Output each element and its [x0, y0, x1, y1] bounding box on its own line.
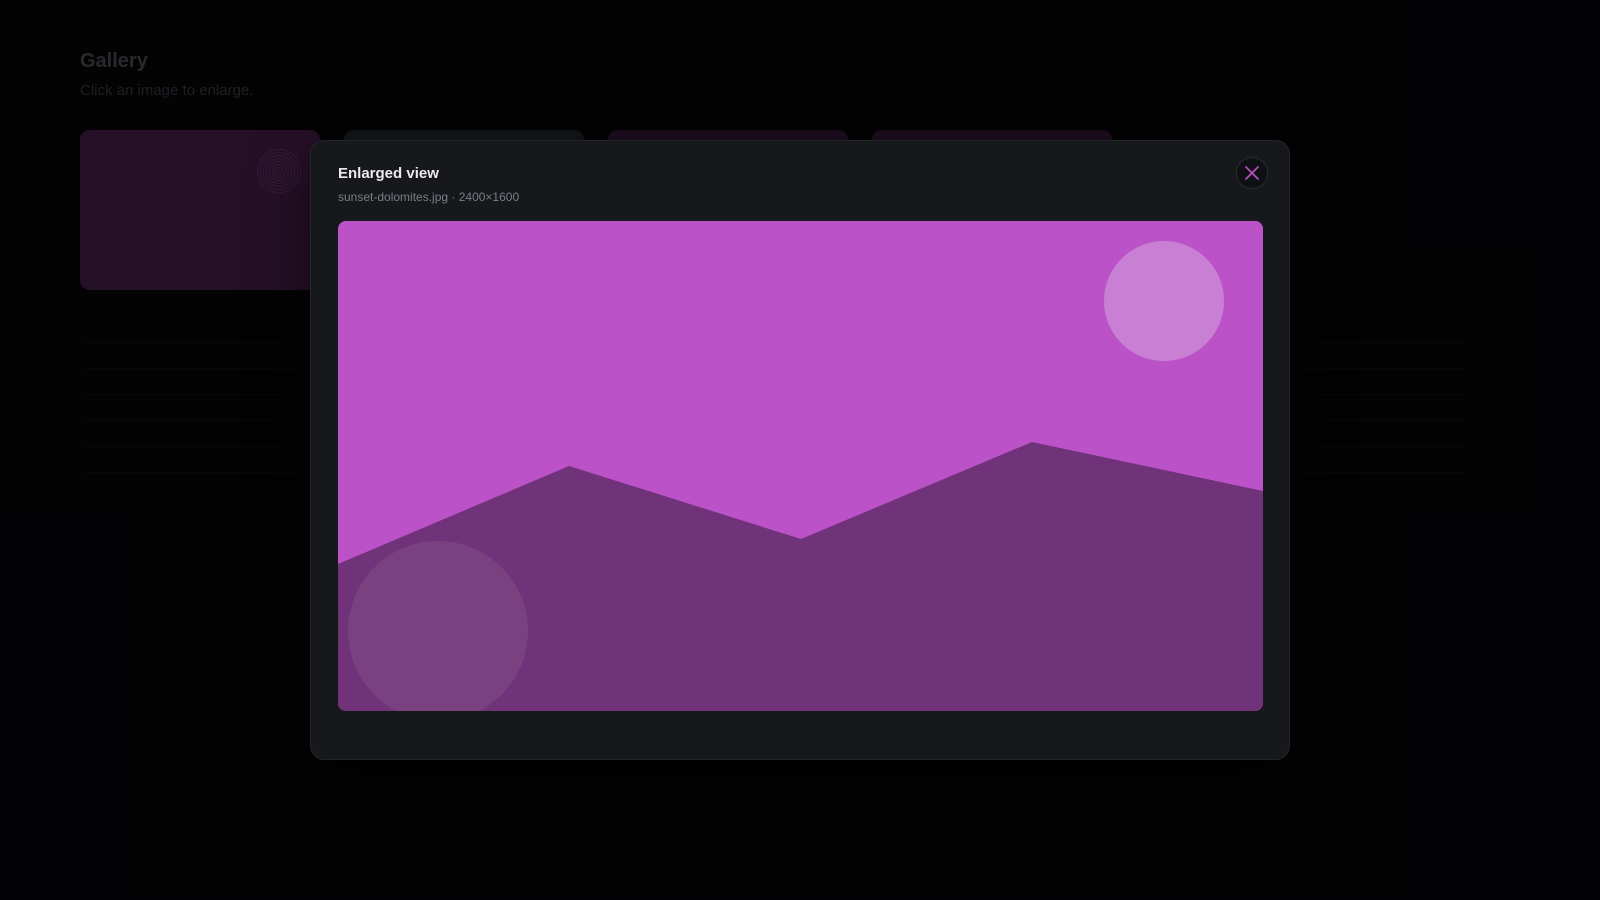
close-button[interactable]: [1236, 157, 1268, 189]
close-icon: [1245, 166, 1259, 180]
landscape-illustration: [338, 221, 1263, 711]
image-lightbox-modal: Enlarged view sunset-dolomites.jpg · 240…: [310, 140, 1290, 760]
page: Gallery Click an image to enlarge. Enlar…: [0, 0, 1600, 900]
image-metadata: sunset-dolomites.jpg · 2400×1600: [338, 190, 520, 204]
enlarged-image: [338, 221, 1263, 711]
image-sun: [1104, 241, 1224, 361]
modal-title: Enlarged view: [338, 165, 439, 182]
